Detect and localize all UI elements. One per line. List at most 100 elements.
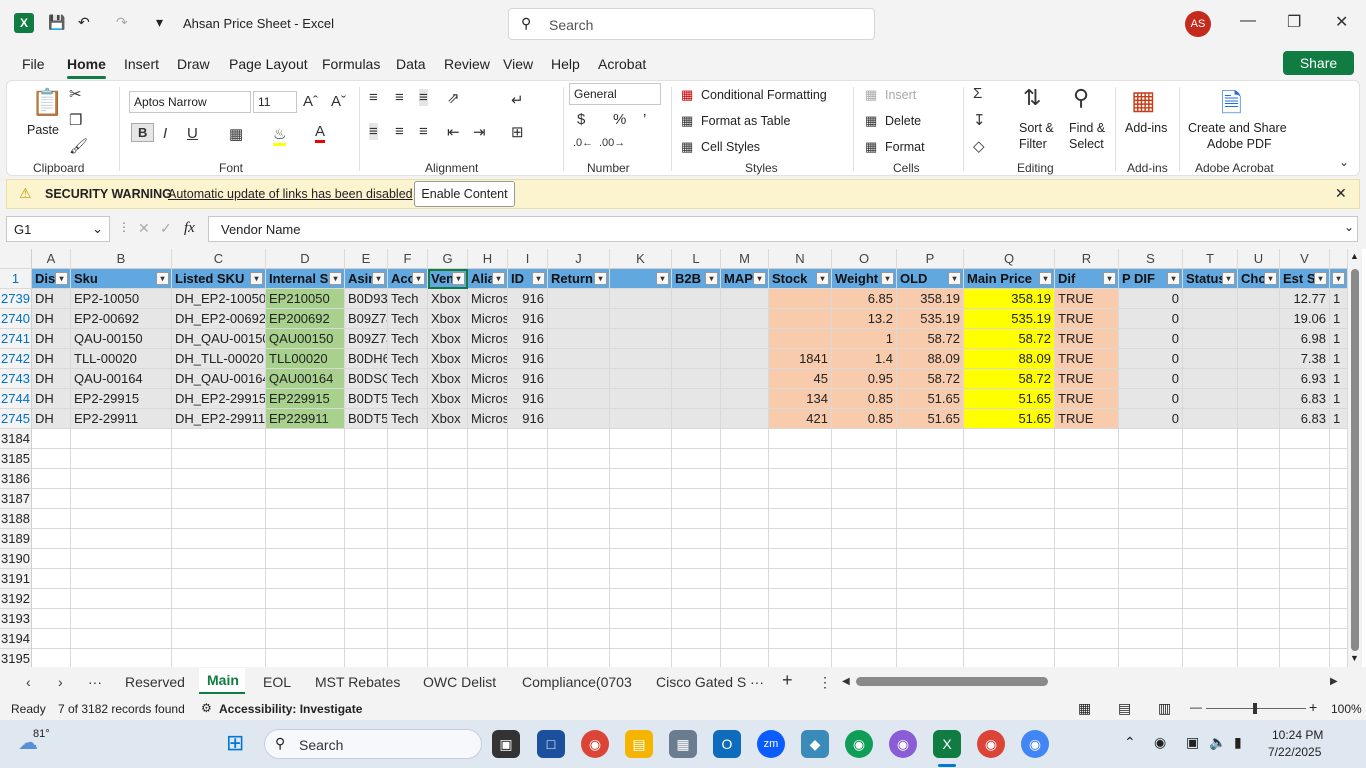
empty-cell[interactable]	[548, 509, 610, 529]
filter-header-cell[interactable]: Cho ▾	[1238, 269, 1280, 289]
empty-cell[interactable]	[964, 489, 1055, 509]
empty-cell[interactable]	[32, 549, 71, 569]
table-cell[interactable]: 535.19	[964, 309, 1055, 329]
empty-cell[interactable]	[1280, 609, 1330, 629]
empty-cell[interactable]	[468, 469, 508, 489]
menu-formulas[interactable]: Formulas	[322, 56, 380, 72]
filter-header-cell[interactable]: ID ▾	[508, 269, 548, 289]
filter-header-cell[interactable]: Dis ▾	[32, 269, 71, 289]
menu-review[interactable]: Review	[444, 56, 490, 72]
table-cell[interactable]	[1183, 329, 1238, 349]
table-cell[interactable]: 916	[508, 409, 548, 429]
font-size-select[interactable]: 11	[253, 91, 297, 113]
empty-cell[interactable]	[1238, 489, 1280, 509]
empty-cell[interactable]	[1183, 569, 1238, 589]
chrome-profile-4-icon[interactable]: ◉	[1021, 730, 1049, 758]
empty-cell[interactable]	[721, 569, 769, 589]
table-cell[interactable]: Xbox	[428, 389, 468, 409]
normal-view-icon[interactable]: ▦	[1078, 700, 1091, 717]
table-cell[interactable]: Tech	[388, 349, 428, 369]
table-cell[interactable]	[721, 349, 769, 369]
empty-cell[interactable]	[897, 469, 964, 489]
table-cell[interactable]: Micros	[468, 329, 508, 349]
empty-cell[interactable]	[721, 529, 769, 549]
table-cell[interactable]: 916	[508, 389, 548, 409]
empty-cell[interactable]	[266, 529, 345, 549]
tab-eol[interactable]: EOL	[263, 674, 291, 690]
orientation-icon[interactable]: ⇗	[447, 89, 460, 107]
insert-cells-icon[interactable]: ▦	[865, 87, 877, 103]
table-cell[interactable]	[548, 289, 610, 309]
empty-cell[interactable]	[832, 589, 897, 609]
empty-cell[interactable]	[508, 649, 548, 667]
empty-cell[interactable]	[1280, 629, 1330, 649]
filter-header-cell[interactable]: Listed SKU ▾	[172, 269, 266, 289]
row-header[interactable]: 2739	[0, 289, 32, 309]
column-header[interactable]: G	[428, 249, 468, 269]
empty-cell[interactable]	[769, 609, 832, 629]
table-cell[interactable]: DH_EP2-10050	[172, 289, 266, 309]
table-cell[interactable]	[672, 349, 721, 369]
table-cell[interactable]: TRUE	[1055, 349, 1119, 369]
column-header[interactable]: E	[345, 249, 388, 269]
empty-cell[interactable]	[832, 529, 897, 549]
table-cell[interactable]: 1	[1330, 389, 1348, 409]
table-cell[interactable]: Micros	[468, 409, 508, 429]
empty-cell[interactable]	[428, 589, 468, 609]
table-cell[interactable]: 0	[1119, 389, 1183, 409]
empty-cell[interactable]	[508, 609, 548, 629]
table-cell[interactable]: 1.4	[832, 349, 897, 369]
empty-cell[interactable]	[964, 549, 1055, 569]
row-header[interactable]: 3193	[0, 609, 32, 629]
table-cell[interactable]: 916	[508, 289, 548, 309]
table-cell[interactable]: Tech	[388, 309, 428, 329]
empty-cell[interactable]	[388, 469, 428, 489]
table-cell[interactable]: 58.72	[964, 369, 1055, 389]
empty-cell[interactable]	[1119, 469, 1183, 489]
table-cell[interactable]: B09Z7J	[345, 309, 388, 329]
empty-cell[interactable]	[1119, 609, 1183, 629]
empty-cell[interactable]	[266, 549, 345, 569]
table-cell[interactable]	[769, 289, 832, 309]
format-cells-button[interactable]: Format	[885, 140, 925, 154]
cancel-entry-icon[interactable]: ✕	[138, 220, 150, 237]
empty-cell[interactable]	[71, 629, 172, 649]
empty-cell[interactable]	[672, 569, 721, 589]
empty-cell[interactable]	[1055, 629, 1119, 649]
sort-label-2[interactable]: Filter	[1019, 137, 1047, 151]
row-header[interactable]: 2743	[0, 369, 32, 389]
empty-cell[interactable]	[345, 509, 388, 529]
filter-header-cell[interactable]: Alia ▾	[468, 269, 508, 289]
empty-cell[interactable]	[964, 429, 1055, 449]
empty-cell[interactable]	[468, 429, 508, 449]
empty-cell[interactable]	[769, 469, 832, 489]
filter-dropdown-icon[interactable]: ▾	[55, 272, 68, 285]
format-cells-icon[interactable]: ▦	[865, 139, 877, 155]
empty-cell[interactable]	[610, 649, 672, 667]
bold-icon[interactable]: B	[131, 123, 155, 142]
align-top-icon[interactable]: ≡	[369, 89, 378, 106]
table-cell[interactable]: 6.83	[1280, 409, 1330, 429]
menu-file[interactable]: File	[22, 56, 45, 72]
row-header[interactable]: 2741	[0, 329, 32, 349]
table-cell[interactable]: 916	[508, 329, 548, 349]
empty-cell[interactable]	[32, 449, 71, 469]
empty-cell[interactable]	[672, 429, 721, 449]
sheet-overflow-icon[interactable]: ···	[750, 674, 764, 690]
empty-cell[interactable]	[71, 549, 172, 569]
empty-cell[interactable]	[832, 629, 897, 649]
vertical-scroll-thumb[interactable]	[1351, 269, 1359, 651]
filter-dropdown-icon[interactable]: ▾	[948, 272, 961, 285]
table-cell[interactable]: TRUE	[1055, 369, 1119, 389]
empty-cell[interactable]	[897, 509, 964, 529]
empty-cell[interactable]	[428, 529, 468, 549]
align-left-icon[interactable]: ≡	[369, 123, 378, 140]
empty-cell[interactable]	[508, 589, 548, 609]
align-center-icon[interactable]: ≡	[395, 123, 404, 140]
chrome-profile-2-icon[interactable]: ◉	[889, 730, 917, 758]
select-all-corner[interactable]	[0, 249, 32, 269]
empty-cell[interactable]	[508, 569, 548, 589]
column-header[interactable]: U	[1238, 249, 1280, 269]
page-break-view-icon[interactable]: ▥	[1158, 700, 1171, 717]
table-cell[interactable]	[1238, 409, 1280, 429]
